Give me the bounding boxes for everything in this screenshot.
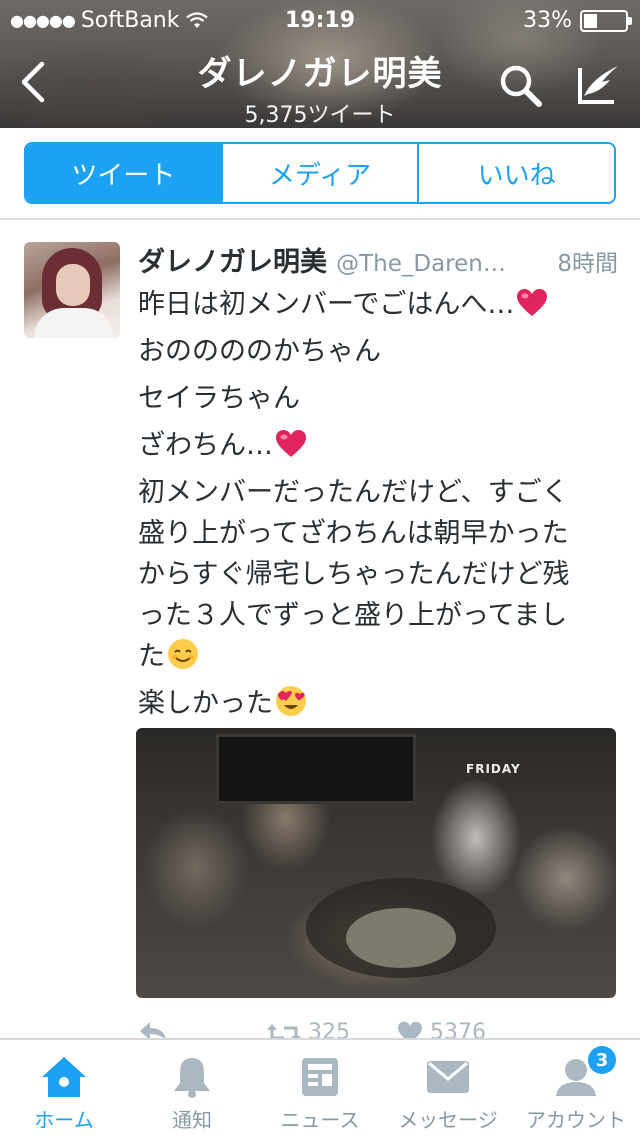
tweet-count: 5,375ツイート: [244, 103, 396, 128]
tab-messages-label: メッセージ: [398, 1108, 498, 1132]
tweet-author-handle[interactable]: @The_Daren…: [336, 251, 506, 277]
tab-account[interactable]: 3 アカウント: [512, 1040, 640, 1136]
tweet-author-name[interactable]: ダレノガレ明美: [138, 247, 327, 278]
tweet-line-text: ざわちん…: [138, 430, 273, 461]
bottom-tab-bar: ホーム 通知 ニュース メッセージ 3 アカウント: [0, 1038, 640, 1136]
page-title: ダレノガレ明美: [197, 54, 443, 94]
tweet-line-text: 楽しかった: [138, 688, 273, 719]
compose-icon[interactable]: [574, 60, 624, 108]
battery-icon: [580, 9, 632, 32]
tweet-line-text: 昨日は初メンバーでごはんへ…: [138, 289, 515, 320]
status-bar: ●●●●● SoftBank 19:19 33%: [0, 0, 640, 40]
tab-notifications-label: 通知: [172, 1108, 212, 1132]
tweet-line: 昨日は初メンバーでごはんへ…: [138, 284, 622, 325]
home-icon: [42, 1057, 86, 1097]
tab-likes[interactable]: いいね: [419, 144, 614, 202]
bell-icon: [174, 1058, 210, 1098]
tweet-line: 初メンバーだったんだけど、すごく: [138, 477, 569, 508]
status-right: 33%: [523, 8, 632, 33]
smiling-face-emoji-icon: [168, 639, 198, 669]
account-badge: 3: [588, 1046, 616, 1074]
battery-percent: 33%: [523, 8, 572, 33]
tweet-line: た: [138, 636, 622, 677]
tweet-line: ざわちん…: [138, 425, 622, 466]
tweet-line: セイラちゃん: [138, 383, 300, 414]
tweet-photo[interactable]: FRIDAY: [136, 728, 616, 998]
back-chevron-icon[interactable]: [16, 60, 52, 104]
profile-header: ●●●●● SoftBank 19:19 33% ダレノガレ明美 5,375ツイ…: [0, 0, 640, 128]
tab-news-label: ニュース: [280, 1108, 360, 1132]
photo-hotpot: [346, 908, 456, 968]
profile-segmented-control: ツイート メディア いいね: [24, 142, 616, 204]
tab-account-label: アカウント: [526, 1108, 626, 1132]
tab-news[interactable]: ニュース: [256, 1040, 384, 1136]
tab-notifications[interactable]: 通知: [128, 1040, 256, 1136]
battery-fill: [584, 13, 597, 28]
tab-media[interactable]: メディア: [222, 144, 420, 202]
tweet-line: からすぐ帰宅しちゃったんだけど残: [138, 559, 570, 590]
tab-tweets[interactable]: ツイート: [26, 144, 223, 202]
heart-emoji-icon: [276, 430, 306, 457]
heart-emoji-icon: [517, 289, 548, 316]
heart-eyes-emoji-icon: [276, 686, 306, 716]
tweet-line: おののののかちゃん: [138, 336, 381, 367]
avatar-face: [56, 264, 90, 306]
tweet-line-text: た: [138, 641, 165, 672]
photo-window: [216, 734, 416, 804]
tab-messages[interactable]: メッセージ: [384, 1040, 512, 1136]
tweet-line: った３人でずっと盛り上がってまし: [138, 600, 568, 631]
avatar[interactable]: [24, 242, 120, 338]
nav-title-block: ダレノガレ明美 5,375ツイート: [140, 46, 500, 128]
tweet-header: ダレノガレ明美 @The_Daren… 8時間: [138, 240, 618, 280]
tweet-line: 楽しかった: [138, 683, 622, 724]
photo-cap-text: FRIDAY: [466, 762, 521, 776]
tweet-timestamp: 8時間: [557, 251, 618, 277]
tweet-line: 盛り上がってざわちんは朝早かった: [138, 518, 569, 549]
tab-home[interactable]: ホーム: [0, 1040, 128, 1136]
tweet-card[interactable]: ダレノガレ明美 @The_Daren… 8時間 昨日は初メンバーでごはんへ… お…: [0, 220, 640, 1045]
search-icon[interactable]: [496, 62, 546, 108]
tab-home-label: ホーム: [34, 1108, 94, 1132]
tweet-text: 昨日は初メンバーでごはんへ… おののののかちゃん セイラちゃん ざわちん… 初メ…: [138, 284, 622, 724]
news-icon: [302, 1058, 338, 1096]
avatar-body: [34, 308, 114, 338]
envelope-icon: [427, 1061, 469, 1093]
